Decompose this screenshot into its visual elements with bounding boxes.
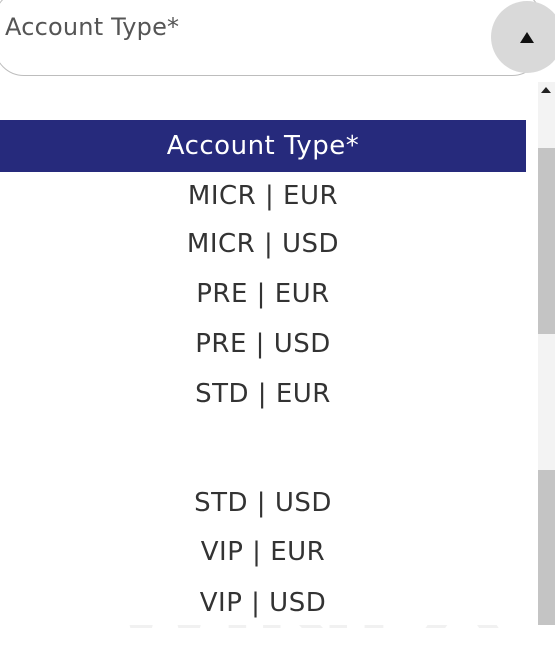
account-type-select[interactable]: Account Type* xyxy=(0,0,542,76)
option-micr-usd[interactable]: MICR | USD xyxy=(0,220,526,268)
triangle-up-icon xyxy=(520,32,534,43)
scroll-up-arrow-icon[interactable] xyxy=(541,87,551,93)
dropdown-toggle-button[interactable] xyxy=(491,1,555,73)
option-micr-eur[interactable]: MICR | EUR xyxy=(0,172,526,220)
scrollbar-thumb[interactable] xyxy=(538,470,555,625)
option-account-type[interactable]: Account Type* xyxy=(0,120,526,172)
option-std-usd[interactable]: STD | USD xyxy=(0,479,526,527)
option-vip-eur[interactable]: VIP | EUR xyxy=(0,528,526,576)
option-pre-eur[interactable]: PRE | EUR xyxy=(0,270,526,318)
select-value: Account Type* xyxy=(5,13,180,41)
option-vip-usd[interactable]: VIP | USD xyxy=(0,579,526,627)
option-pre-usd[interactable]: PRE | USD xyxy=(0,320,526,368)
dropdown-list: Account Type* MICR | EUR MICR | USD PRE … xyxy=(0,118,538,625)
scrollbar-thumb[interactable] xyxy=(538,148,555,334)
option-std-eur[interactable]: STD | EUR xyxy=(0,370,526,418)
